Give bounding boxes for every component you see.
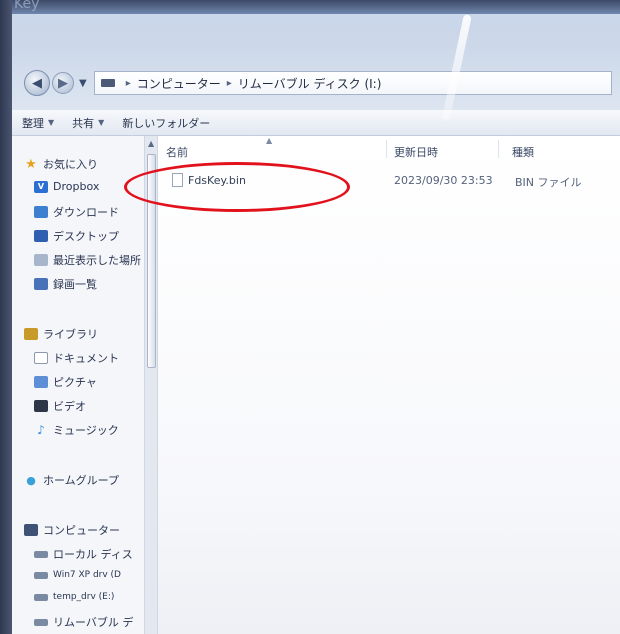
organize-button[interactable]: 整理 ▼ xyxy=(22,115,54,131)
nav-item-label: Dropbox xyxy=(53,180,100,193)
music-icon: ♪ xyxy=(37,423,45,437)
breadcrumb-computer[interactable]: コンピューター xyxy=(137,75,221,92)
videos-icon xyxy=(34,400,48,412)
library-icon xyxy=(24,328,38,340)
pictures-icon xyxy=(34,376,48,388)
ghost-window-title: Key xyxy=(14,0,40,12)
computer-icon xyxy=(24,524,38,536)
address-bar[interactable]: ▸ コンピューター ▸ リムーバブル ディスク (I:) xyxy=(93,71,612,95)
sort-ascending-icon: ▲ xyxy=(266,136,273,145)
chevron-right-icon[interactable]: ▸ xyxy=(227,78,232,89)
forward-arrow-icon: ▶ xyxy=(58,75,68,91)
nav-item-temp-drive[interactable]: temp_drv (E:) xyxy=(34,592,114,602)
chevron-down-icon: ▼ xyxy=(48,118,55,127)
download-folder-icon xyxy=(34,206,48,218)
column-modified[interactable]: 更新日時 xyxy=(394,144,438,160)
nav-favorites[interactable]: ★ お気に入り xyxy=(24,156,98,172)
nav-item-label: ドキュメント xyxy=(53,352,119,365)
new-folder-label: 新しいフォルダー xyxy=(122,116,211,130)
file-icon xyxy=(172,173,183,187)
column-header-row: 名前 ▲ 更新日時 種類 xyxy=(158,136,620,162)
nav-item-desktop[interactable]: デスクトップ xyxy=(34,228,119,244)
nav-item-recordings[interactable]: 録画一覧 xyxy=(34,276,97,292)
nav-item-videos[interactable]: ビデオ xyxy=(34,398,86,414)
nav-homegroup-label: ホームグループ xyxy=(43,474,120,487)
drive-icon xyxy=(34,571,48,579)
local-disk-icon xyxy=(34,550,48,558)
column-divider[interactable] xyxy=(386,140,387,158)
photo-left-edge xyxy=(0,0,12,634)
nav-favorites-label: お気に入り xyxy=(43,158,98,171)
nav-item-dropbox[interactable]: V Dropbox xyxy=(34,180,99,193)
nav-homegroup[interactable]: ● ホームグループ xyxy=(24,472,119,488)
nav-computer-label: コンピューター xyxy=(43,524,120,537)
new-folder-button[interactable]: 新しいフォルダー xyxy=(122,115,210,131)
nav-computer[interactable]: コンピューター xyxy=(24,522,120,538)
nav-item-label: ピクチャ xyxy=(53,376,97,389)
removable-drive-icon xyxy=(34,618,48,626)
file-list-pane: 名前 ▲ 更新日時 種類 FdsKey.bin 2023/09/30 23:53… xyxy=(158,136,620,634)
back-button[interactable]: ◀ xyxy=(24,70,50,96)
desktop-icon xyxy=(34,230,48,242)
chevron-down-icon: ▼ xyxy=(98,118,105,127)
file-name[interactable]: FdsKey.bin xyxy=(188,174,246,187)
forward-button[interactable]: ▶ xyxy=(52,72,74,94)
nav-item-label: ビデオ xyxy=(53,400,86,413)
command-bar: 整理 ▼ 共有 ▼ 新しいフォルダー xyxy=(12,110,620,136)
homegroup-icon: ● xyxy=(26,473,36,487)
breadcrumb-removable-disk[interactable]: リムーバブル ディスク (I:) xyxy=(238,75,382,92)
organize-label: 整理 xyxy=(22,116,44,130)
nav-libraries-label: ライブラリ xyxy=(43,328,98,341)
navigation-pane: ★ お気に入り V Dropbox ダウンロード デスクトップ 最近表示した場所… xyxy=(12,136,144,634)
scrollbar-thumb[interactable] xyxy=(147,154,156,368)
nav-item-music[interactable]: ♪ ミュージック xyxy=(34,422,119,438)
drive-icon xyxy=(100,79,115,87)
navigation-scrollbar[interactable]: ▲ xyxy=(144,136,158,634)
nav-item-label: ダウンロード xyxy=(53,206,119,219)
column-type[interactable]: 種類 xyxy=(512,144,534,160)
nav-item-label: temp_drv (E:) xyxy=(53,592,115,602)
recent-places-icon xyxy=(34,254,48,266)
share-label: 共有 xyxy=(72,116,95,130)
nav-item-label: リムーバブル デ xyxy=(53,616,134,629)
nav-item-label: デスクトップ xyxy=(53,230,119,243)
nav-item-downloads[interactable]: ダウンロード xyxy=(34,204,119,220)
back-arrow-icon: ◀ xyxy=(32,75,42,91)
nav-item-label: Win7 XP drv (D xyxy=(53,570,121,580)
nav-item-label: 最近表示した場所 xyxy=(53,254,141,267)
file-modified: 2023/09/30 23:53 xyxy=(394,174,493,187)
nav-item-recent-places[interactable]: 最近表示した場所 xyxy=(34,252,141,268)
scroll-up-icon[interactable]: ▲ xyxy=(148,139,154,148)
nav-item-label: 録画一覧 xyxy=(53,278,97,291)
nav-item-pictures[interactable]: ピクチャ xyxy=(34,374,97,390)
nav-item-win7-drive[interactable]: Win7 XP drv (D xyxy=(34,570,121,580)
explorer-window: ◀ ▶ ▼ ▸ コンピューター ▸ リムーバブル ディスク (I:) 整理 ▼ … xyxy=(12,14,620,634)
dropbox-icon: V xyxy=(34,180,48,193)
file-row[interactable]: FdsKey.bin 2023/09/30 23:53 BIN ファイル xyxy=(158,170,620,192)
chevron-right-icon[interactable]: ▸ xyxy=(126,78,131,89)
nav-item-label: ローカル ディス xyxy=(53,548,133,561)
nav-item-local-disk[interactable]: ローカル ディス xyxy=(34,546,133,562)
drive-icon xyxy=(34,593,48,601)
navigation-bar: ◀ ▶ ▼ ▸ コンピューター ▸ リムーバブル ディスク (I:) xyxy=(24,68,620,98)
nav-item-documents[interactable]: ドキュメント xyxy=(34,350,119,366)
file-type: BIN ファイル xyxy=(515,176,582,189)
star-icon: ★ xyxy=(25,156,37,172)
nav-item-removable-drive[interactable]: リムーバブル デ xyxy=(34,614,133,630)
column-divider[interactable] xyxy=(498,140,499,158)
photo-top-edge: Key xyxy=(0,0,620,14)
nav-libraries[interactable]: ライブラリ xyxy=(24,326,98,342)
recordings-icon xyxy=(34,278,48,290)
documents-icon xyxy=(34,352,48,364)
history-dropdown-icon[interactable]: ▼ xyxy=(79,78,87,89)
nav-item-label: ミュージック xyxy=(53,424,119,437)
share-button[interactable]: 共有 ▼ xyxy=(72,115,104,131)
column-name[interactable]: 名前 xyxy=(166,144,188,160)
